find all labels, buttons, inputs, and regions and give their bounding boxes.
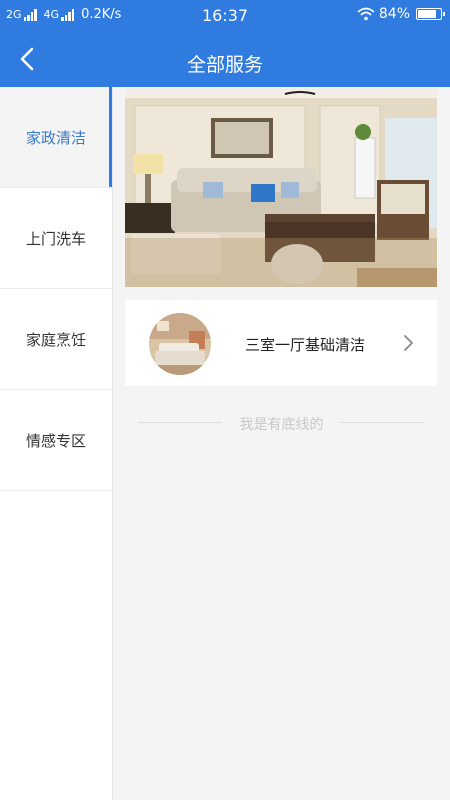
service-thumbnail — [149, 313, 211, 375]
wifi-icon — [357, 7, 375, 21]
service-title: 三室一厅基础清洁 — [245, 336, 366, 354]
sidebar-item-label: 情感专区 — [25, 431, 86, 450]
service-item[interactable]: 三室一厅基础清洁 — [125, 300, 437, 386]
sidebar-item-label: 上门洗车 — [25, 229, 86, 248]
sidebar-item-label: 家庭烹饪 — [25, 330, 86, 349]
sidebar-item-cooking[interactable]: 家庭烹饪 — [0, 289, 112, 390]
sidebar-item-label: 家政清洁 — [25, 128, 86, 147]
category-sidebar: 家政清洁 上门洗车 家庭烹饪 情感专区 — [0, 87, 113, 800]
divider-line-right — [341, 422, 425, 423]
status-right: 84% — [357, 6, 445, 22]
status-bar: 2G 4G 0.2K/s 16:37 84% — [0, 0, 450, 30]
battery-fill — [418, 10, 436, 18]
end-of-list-text: 我是有底线的 — [239, 417, 324, 433]
sidebar-item-emotion[interactable]: 情感专区 — [0, 390, 112, 491]
sidebar-item-housekeeping[interactable]: 家政清洁 — [0, 87, 112, 188]
sidebar-item-car-wash[interactable]: 上门洗车 — [0, 188, 112, 289]
battery-percent: 84% — [378, 6, 410, 22]
battery-icon — [416, 8, 445, 20]
end-of-list-divider: 我是有底线的 — [138, 412, 425, 433]
page-title: 全部服务 — [186, 54, 263, 76]
chevron-right-icon — [404, 335, 413, 351]
category-banner-image — [125, 88, 437, 287]
header-bar: 全部服务 — [0, 30, 450, 87]
